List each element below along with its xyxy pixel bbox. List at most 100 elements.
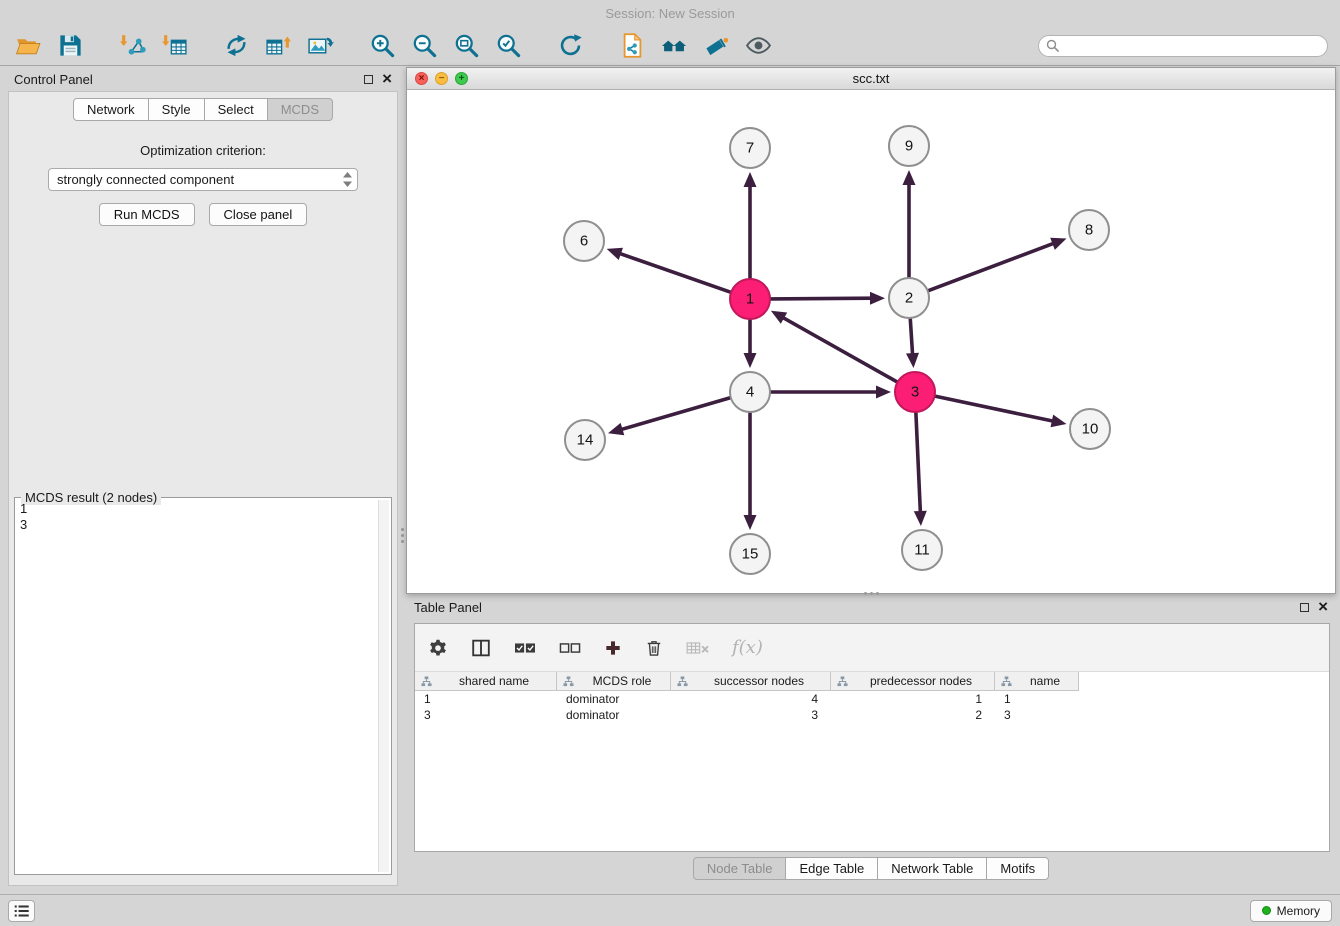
cell-mcds-role[interactable]: dominator [557,691,671,707]
node-15[interactable]: 15 [730,534,770,574]
export-table-icon[interactable] [262,30,294,62]
table-tab-node-table[interactable]: Node Table [693,857,787,880]
new-network-from-selection-icon[interactable] [616,30,648,62]
task-history-button[interactable] [8,900,35,922]
cell-successor-nodes[interactable]: 3 [671,707,831,723]
column-type-icon [837,676,848,687]
apply-layout-icon[interactable] [220,30,252,62]
deselect-all-icon[interactable] [558,638,582,658]
float-panel-icon[interactable] [364,75,373,84]
node-4[interactable]: 4 [730,372,770,412]
table-tab-edge-table[interactable]: Edge Table [785,857,878,880]
first-neighbors-icon[interactable] [658,30,690,62]
column-type-icon [421,676,432,687]
run-mcds-button[interactable]: Run MCDS [99,203,195,226]
edge-2-3[interactable] [906,319,919,368]
import-table-icon[interactable] [158,30,190,62]
node-7[interactable]: 7 [730,128,770,168]
cell-shared-name[interactable]: 1 [415,691,557,707]
column-header-name[interactable]: name [995,672,1079,691]
cell-name[interactable]: 1 [995,691,1079,707]
edge-3-11[interactable] [914,413,927,526]
node-14[interactable]: 14 [565,420,605,460]
table-tab-motifs[interactable]: Motifs [986,857,1049,880]
zoom-in-icon[interactable] [366,30,398,62]
zoom-selected-icon[interactable] [492,30,524,62]
node-1[interactable]: 1 [730,279,770,319]
panel-splitter[interactable] [400,520,405,550]
criterion-dropdown[interactable]: strongly connected component [48,168,358,191]
minimize-window-icon[interactable]: − [435,72,448,85]
search-input[interactable] [1038,35,1328,57]
edge-2-8[interactable] [929,238,1067,291]
edge-1-4[interactable] [744,320,757,368]
close-panel-button[interactable]: Close panel [209,203,308,226]
edge-3-10[interactable] [936,396,1067,427]
open-session-icon[interactable] [12,30,44,62]
cell-mcds-role[interactable]: dominator [557,707,671,723]
table-tab-network-table[interactable]: Network Table [877,857,987,880]
table-panel-title: Table Panel [414,600,1300,615]
result-scrollbar[interactable] [378,500,389,872]
cell-successor-nodes[interactable]: 4 [671,691,831,707]
node-10[interactable]: 10 [1070,409,1110,449]
control-panel-title: Control Panel [14,72,364,87]
edge-1-2[interactable] [771,292,885,305]
refresh-view-icon[interactable] [554,30,586,62]
import-network-icon[interactable] [116,30,148,62]
network-window-title: scc.txt [853,71,890,86]
delete-table-icon[interactable] [685,638,711,658]
save-session-icon[interactable] [54,30,86,62]
select-all-icon[interactable] [513,638,537,658]
close-panel-icon[interactable]: × [382,72,392,86]
table-header-row: shared nameMCDS rolesuccessor nodesprede… [415,672,1329,691]
tab-select[interactable]: Select [204,98,268,121]
attributes-gear-icon[interactable] [427,637,449,659]
column-header-successor-nodes[interactable]: successor nodes [671,672,831,691]
edge-4-14[interactable] [608,398,730,435]
network-canvas[interactable]: 7 9 6 8 1 2 4 3 14 10 15 11 [407,90,1335,593]
optimization-criterion-label: Optimization criterion: [9,143,397,158]
edge-1-6[interactable] [607,248,731,292]
float-table-panel-icon[interactable] [1300,603,1309,612]
zoom-fit-icon[interactable] [450,30,482,62]
delete-column-icon[interactable] [644,638,664,658]
column-header-shared-name[interactable]: shared name [415,672,557,691]
tab-mcds[interactable]: MCDS [267,98,333,121]
edge-4-15[interactable] [744,413,757,530]
edge-3-1[interactable] [771,311,897,382]
svg-text:4: 4 [746,384,754,401]
result-value: 3 [20,517,375,533]
split-panel-icon[interactable] [470,637,492,659]
node-8[interactable]: 8 [1069,210,1109,250]
node-9[interactable]: 9 [889,126,929,166]
cell-name[interactable]: 3 [995,707,1079,723]
edge-2-9[interactable] [903,170,916,277]
style-icon[interactable] [700,30,732,62]
node-11[interactable]: 11 [902,530,942,570]
tab-network[interactable]: Network [73,98,149,121]
node-3[interactable]: 3 [895,372,935,412]
memory-button[interactable]: Memory [1250,900,1332,922]
edge-1-7[interactable] [744,172,757,278]
cell-predecessor-nodes[interactable]: 1 [831,691,995,707]
cell-shared-name[interactable]: 3 [415,707,557,723]
status-bar: Memory [0,894,1340,926]
export-image-icon[interactable] [304,30,336,62]
table-panel-splitter[interactable] [864,592,879,595]
node-6[interactable]: 6 [564,221,604,261]
zoom-out-icon[interactable] [408,30,440,62]
maximize-window-icon[interactable]: + [455,72,468,85]
tab-style[interactable]: Style [148,98,205,121]
close-table-panel-icon[interactable]: × [1318,600,1328,614]
column-header-mcds-role[interactable]: MCDS role [557,672,671,691]
close-window-icon[interactable]: × [415,72,428,85]
cell-predecessor-nodes[interactable]: 2 [831,707,995,723]
node-2[interactable]: 2 [889,278,929,318]
function-builder-icon[interactable]: f(x) [732,637,763,658]
add-column-icon[interactable] [603,638,623,658]
column-header-predecessor-nodes[interactable]: predecessor nodes [831,672,995,691]
network-window-titlebar[interactable]: × − + scc.txt [407,68,1335,90]
show-graphics-details-icon[interactable] [742,30,774,62]
edge-4-3[interactable] [771,386,891,399]
